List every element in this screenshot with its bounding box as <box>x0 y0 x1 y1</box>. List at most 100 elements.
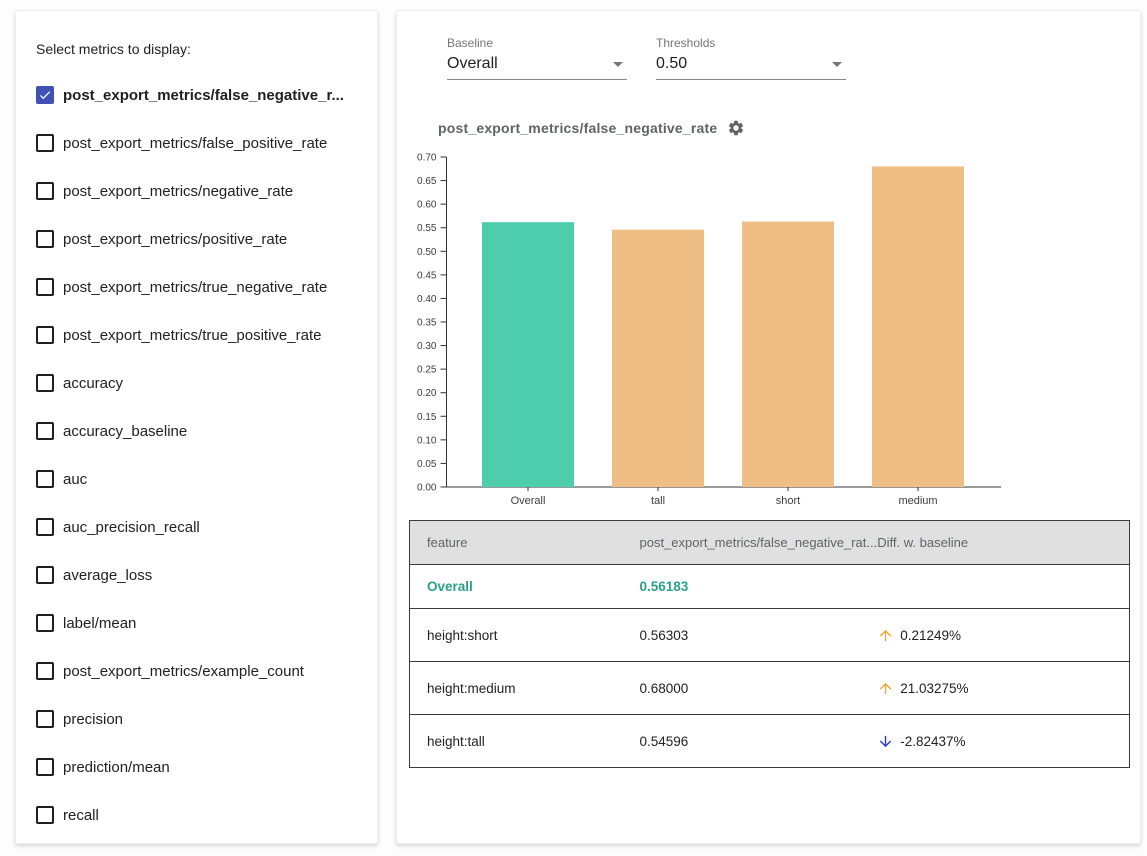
cell-value: 0.56183 <box>640 565 878 609</box>
x-tick-label: tall <box>651 495 665 507</box>
checkbox-unchecked-icon[interactable] <box>36 134 54 152</box>
metric-row-11[interactable]: label/mean <box>36 599 363 647</box>
checkbox-unchecked-icon[interactable] <box>36 614 54 632</box>
metric-label: recall <box>63 807 99 824</box>
table-header-row: feature post_export_metrics/false_negati… <box>410 521 1130 565</box>
bar-Overall[interactable] <box>482 222 574 487</box>
chevron-down-icon <box>832 62 842 67</box>
x-tick-label: short <box>776 495 800 507</box>
metric-row-2[interactable]: post_export_metrics/negative_rate <box>36 167 363 215</box>
table-row-height:short: height:short0.563030.21249% <box>410 609 1130 662</box>
thresholds-value: 0.50 <box>656 55 687 72</box>
metric-row-4[interactable]: post_export_metrics/true_negative_rate <box>36 263 363 311</box>
metric-row-10[interactable]: average_loss <box>36 551 363 599</box>
cell-diff: -2.82437% <box>877 715 1129 768</box>
arrow-down-icon <box>877 733 894 750</box>
metric-label: label/mean <box>63 615 136 632</box>
cell-feature: height:tall <box>410 715 640 768</box>
metric-row-5[interactable]: post_export_metrics/true_positive_rate <box>36 311 363 359</box>
metric-row-15[interactable]: recall <box>36 791 363 839</box>
metric-row-14[interactable]: prediction/mean <box>36 743 363 791</box>
metric-row-7[interactable]: accuracy_baseline <box>36 407 363 455</box>
checkbox-unchecked-icon[interactable] <box>36 326 54 344</box>
diff-text: -2.82437% <box>900 734 965 749</box>
y-tick-label: 0.30 <box>417 341 437 352</box>
table-row-Overall: Overall0.56183 <box>410 565 1130 609</box>
table-row-height:tall: height:tall0.54596 -2.82437% <box>410 715 1130 768</box>
y-tick-label: 0.00 <box>417 483 437 494</box>
metric-row-3[interactable]: post_export_metrics/positive_rate <box>36 215 363 263</box>
checkbox-unchecked-icon[interactable] <box>36 518 54 536</box>
y-tick-label: 0.65 <box>417 176 437 187</box>
metric-row-9[interactable]: auc_precision_recall <box>36 503 363 551</box>
metric-selector-heading: Select metrics to display: <box>36 41 363 57</box>
checkbox-unchecked-icon[interactable] <box>36 806 54 824</box>
y-tick-label: 0.60 <box>417 200 437 211</box>
chevron-down-icon <box>613 62 623 67</box>
chart-title: post_export_metrics/false_negative_rate <box>438 120 717 136</box>
checkbox-unchecked-icon[interactable] <box>36 758 54 776</box>
metric-row-1[interactable]: post_export_metrics/false_positive_rate <box>36 119 363 167</box>
arrow-up-icon <box>877 680 894 697</box>
table-body: Overall0.56183height:short0.563030.21249… <box>410 565 1130 768</box>
y-tick-label: 0.50 <box>417 247 437 258</box>
cell-feature: height:medium <box>410 662 640 715</box>
metric-label: post_export_metrics/false_negative_r... <box>63 87 344 104</box>
checkbox-unchecked-icon[interactable] <box>36 182 54 200</box>
checkbox-unchecked-icon[interactable] <box>36 278 54 296</box>
metric-row-12[interactable]: post_export_metrics/example_count <box>36 647 363 695</box>
header-diff: Diff. w. baseline <box>877 521 1129 565</box>
metric-row-0[interactable]: post_export_metrics/false_negative_r... <box>36 71 363 119</box>
thresholds-select[interactable]: 0.50 <box>656 53 846 80</box>
metric-label: accuracy <box>63 375 123 392</box>
y-tick-label: 0.70 <box>417 153 437 164</box>
metric-list: post_export_metrics/false_negative_r...p… <box>36 71 363 839</box>
metric-label: post_export_metrics/true_negative_rate <box>63 279 327 296</box>
metric-label: auc_precision_recall <box>63 519 200 536</box>
y-tick-label: 0.35 <box>417 318 437 329</box>
metric-label: precision <box>63 711 123 728</box>
thresholds-select-field: Thresholds 0.50 <box>656 36 846 80</box>
y-tick-label: 0.10 <box>417 435 437 446</box>
bar-tall[interactable] <box>612 230 704 487</box>
arrow-up-icon <box>877 627 894 644</box>
checkbox-unchecked-icon[interactable] <box>36 710 54 728</box>
metric-label: post_export_metrics/true_positive_rate <box>63 327 321 344</box>
y-tick-label: 0.20 <box>417 388 437 399</box>
metric-label: auc <box>63 471 87 488</box>
cell-diff: 0.21249% <box>877 609 1129 662</box>
baseline-value: Overall <box>447 55 498 72</box>
bar-short[interactable] <box>742 222 834 487</box>
metric-label: post_export_metrics/positive_rate <box>63 231 287 248</box>
y-tick-label: 0.25 <box>417 365 437 376</box>
baseline-select[interactable]: Overall <box>447 53 627 80</box>
metrics-display-panel: Baseline Overall Thresholds 0.50 post_ex… <box>396 10 1141 844</box>
checkbox-unchecked-icon[interactable] <box>36 230 54 248</box>
header-feature: feature <box>410 521 640 565</box>
metric-label: post_export_metrics/false_positive_rate <box>63 135 327 152</box>
y-tick-label: 0.15 <box>417 412 437 423</box>
gear-icon[interactable] <box>727 119 745 137</box>
cell-feature: Overall <box>410 565 640 609</box>
cell-feature: height:short <box>410 609 640 662</box>
checkbox-unchecked-icon[interactable] <box>36 422 54 440</box>
checkbox-unchecked-icon[interactable] <box>36 566 54 584</box>
checkbox-unchecked-icon[interactable] <box>36 662 54 680</box>
metric-row-8[interactable]: auc <box>36 455 363 503</box>
metric-label: post_export_metrics/negative_rate <box>63 183 293 200</box>
metric-row-13[interactable]: precision <box>36 695 363 743</box>
metric-label: average_loss <box>63 567 152 584</box>
metric-row-6[interactable]: accuracy <box>36 359 363 407</box>
baseline-select-field: Baseline Overall <box>447 36 627 80</box>
diff-text: 0.21249% <box>900 628 961 643</box>
cell-value: 0.68000 <box>640 662 878 715</box>
checkbox-checked-icon[interactable] <box>36 86 54 104</box>
bar-medium[interactable] <box>872 166 964 487</box>
cell-value: 0.54596 <box>640 715 878 768</box>
x-tick-label: Overall <box>511 495 546 507</box>
diff-text: 21.03275% <box>900 681 968 696</box>
checkbox-unchecked-icon[interactable] <box>36 374 54 392</box>
y-tick-label: 0.40 <box>417 294 437 305</box>
thresholds-label: Thresholds <box>656 36 846 50</box>
checkbox-unchecked-icon[interactable] <box>36 470 54 488</box>
